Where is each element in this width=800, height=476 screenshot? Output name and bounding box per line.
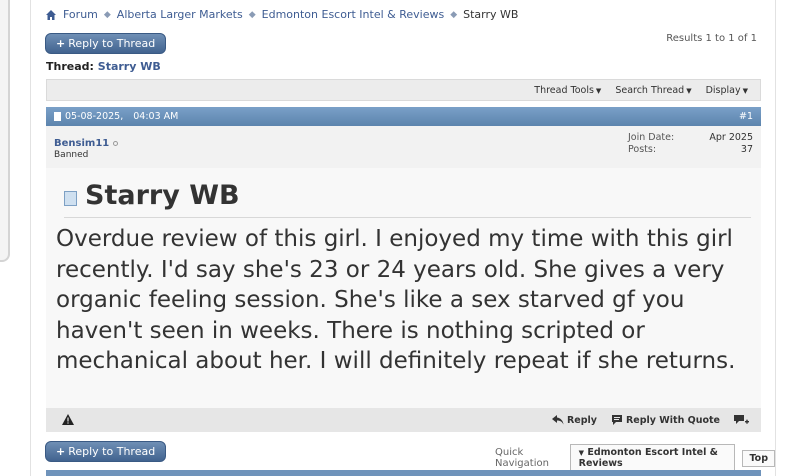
multi-quote-icon — [734, 414, 749, 424]
user-info: Bensim11 Banned Join Date: Apr 2025 Posts… — [46, 126, 761, 168]
thread-toolbar: Thread Tools ▼ Search Thread ▼ Display ▼ — [46, 79, 761, 101]
reply-with-quote-label: Reply With Quote — [625, 414, 720, 426]
post-actions: Reply Reply With Quote — [551, 414, 761, 426]
caret-down-icon: ▼ — [686, 86, 692, 95]
quick-navigation: Quick Navigation ▼ Edmonton Escort Intel… — [495, 444, 775, 472]
post-doc-icon — [54, 112, 61, 121]
username-text: Bensim11 — [54, 138, 110, 149]
quick-navigation-value: Edmonton Escort Intel & Reviews — [578, 447, 718, 469]
search-thread-menu[interactable]: Search Thread ▼ — [615, 85, 691, 96]
post-time: 04:03 AM — [133, 111, 179, 122]
quick-navigation-label: Quick Navigation — [495, 447, 549, 469]
post-title-text: Starry WB — [85, 180, 240, 211]
reply-with-quote-button[interactable]: Reply With Quote — [611, 415, 720, 426]
user-stats: Join Date: Apr 2025 Posts: 37 — [628, 132, 753, 156]
thread-title-link[interactable]: Starry WB — [98, 60, 161, 73]
post-title: Starry WB — [64, 180, 240, 211]
plus-icon: + — [56, 37, 66, 50]
post-footer: Reply Reply With Quote — [46, 408, 761, 432]
thread-tools-label: Thread Tools — [534, 84, 594, 96]
caret-down-icon: ▼ — [578, 449, 585, 457]
caret-down-icon: ▼ — [742, 86, 748, 95]
display-label: Display — [705, 84, 741, 96]
breadcrumb-separator-icon: ◆ — [248, 9, 256, 20]
reply-to-thread-label: Reply to Thread — [68, 445, 156, 458]
divider — [64, 217, 751, 218]
quick-navigation-select[interactable]: ▼ Edmonton Escort Intel & Reviews — [569, 444, 736, 472]
join-date-value: Apr 2025 — [709, 132, 753, 143]
post-message: Overdue review of this girl. I enjoyed m… — [56, 226, 736, 374]
offline-status-icon — [113, 140, 119, 146]
report-warning-icon[interactable] — [62, 414, 74, 425]
posts-label: Posts: — [628, 144, 657, 155]
post-header: 05-08-2025, 04:03 AM #1 — [46, 107, 761, 126]
reply-to-thread-label: Reply to Thread — [68, 37, 156, 50]
reply-arrow-icon — [551, 415, 564, 425]
thread-label: Thread: — [46, 60, 94, 73]
thread-tools-menu[interactable]: Thread Tools ▼ — [534, 85, 601, 96]
background-panel — [0, 0, 10, 262]
breadcrumb-current: Starry WB — [463, 8, 519, 21]
breadcrumb-link-edmonton[interactable]: Edmonton Escort Intel & Reviews — [262, 8, 445, 21]
thread-title: Thread: Starry WB — [46, 60, 161, 73]
display-menu[interactable]: Display ▼ — [706, 85, 748, 96]
results-count: Results 1 to 1 of 1 — [666, 33, 757, 44]
breadcrumb-link-alberta[interactable]: Alberta Larger Markets — [117, 8, 243, 21]
multi-quote-button[interactable] — [734, 414, 749, 426]
reply-label: Reply — [566, 414, 597, 426]
user-title: Banned — [54, 150, 89, 160]
reply-button[interactable]: Reply — [551, 414, 597, 426]
post-body: Starry WB Overdue review of this girl. I… — [46, 168, 761, 408]
bottom-header-bar — [46, 470, 761, 476]
plus-icon: + — [56, 445, 66, 458]
document-icon — [64, 191, 77, 206]
breadcrumb-separator-icon: ◆ — [450, 9, 458, 20]
caret-down-icon: ▼ — [595, 86, 602, 95]
breadcrumb-link-forum[interactable]: Forum — [63, 8, 98, 21]
post-number-link[interactable]: #1 — [739, 111, 753, 122]
breadcrumb-separator-icon: ◆ — [103, 9, 111, 20]
thread-page: Forum ◆ Alberta Larger Markets ◆ Edmonto… — [30, 0, 776, 476]
posts-value: 37 — [740, 144, 753, 155]
reply-to-thread-button-bottom[interactable]: + Reply to Thread — [45, 441, 167, 462]
quote-icon — [611, 415, 622, 425]
search-thread-label: Search Thread — [615, 84, 685, 96]
breadcrumb: Forum ◆ Alberta Larger Markets ◆ Edmonto… — [45, 8, 518, 21]
join-date-label: Join Date: — [628, 132, 675, 143]
top-button[interactable]: Top — [742, 449, 775, 467]
home-icon[interactable] — [45, 9, 57, 21]
username-link[interactable]: Bensim11 — [54, 138, 119, 149]
post-date: 05-08-2025, — [65, 111, 124, 122]
browser-frame: Forum ◆ Alberta Larger Markets ◆ Edmonto… — [0, 0, 800, 476]
reply-to-thread-button-top[interactable]: + Reply to Thread — [45, 33, 167, 54]
